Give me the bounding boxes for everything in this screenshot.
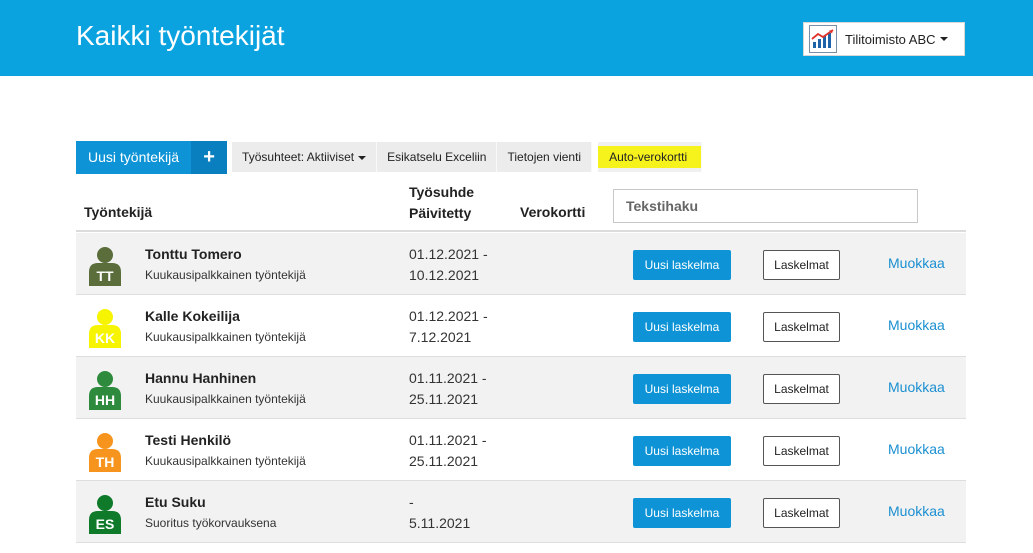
edit-link[interactable]: Muokkaa bbox=[888, 255, 945, 271]
auto-tax-card-label: Auto-verokortti bbox=[598, 146, 702, 168]
table-row: HH Hannu Hanhinen Kuukausipalkkainen työnt… bbox=[76, 357, 966, 419]
calculations-button[interactable]: Laskelmat bbox=[763, 250, 840, 280]
caret-down-icon bbox=[358, 155, 367, 160]
calculations-button[interactable]: Laskelmat bbox=[763, 312, 840, 342]
employment-period-start: 01.11.2021 - bbox=[409, 370, 487, 386]
edit-link[interactable]: Muokkaa bbox=[888, 441, 945, 457]
employee-type: Kuukausipalkkainen työntekijä bbox=[145, 268, 306, 282]
employment-period-start: - bbox=[409, 494, 414, 510]
calculations-button[interactable]: Laskelmat bbox=[763, 374, 840, 404]
column-header-employee: Työntekijä bbox=[84, 204, 153, 220]
person-avatar-icon: HH bbox=[87, 370, 123, 410]
table-row: KK Kalle Kokeilija Kuukausipalkkainen työn… bbox=[76, 295, 966, 357]
table-row: TH Testi Henkilö Kuukausipalkkainen työnte… bbox=[76, 419, 966, 481]
employment-period-start: 01.11.2021 - bbox=[409, 432, 487, 448]
employment-filter-dropdown[interactable]: Työsuhteet: Aktiiviset bbox=[232, 142, 378, 172]
column-header-tax-card: Verokortti bbox=[520, 204, 586, 220]
avatar-initials: HH bbox=[95, 392, 115, 408]
person-avatar-icon: TT bbox=[87, 246, 123, 286]
edit-link[interactable]: Muokkaa bbox=[888, 317, 945, 333]
employee-name: Hannu Hanhinen bbox=[145, 370, 257, 386]
table-row: ES Etu Suku Suoritus työkorvauksena - 5.11.2… bbox=[76, 481, 966, 543]
data-export-button[interactable]: Tietojen vienti bbox=[497, 142, 593, 172]
excel-preview-button[interactable]: Esikatselu Exceliin bbox=[377, 142, 498, 172]
new-calculation-button[interactable]: Uusi laskelma bbox=[633, 312, 731, 342]
caret-down-icon bbox=[939, 37, 948, 41]
employment-period-end: 7.12.2021 bbox=[409, 329, 472, 345]
new-employee-label: Uusi työntekijä bbox=[88, 149, 180, 165]
employee-type: Suoritus työkorvauksena bbox=[145, 516, 277, 530]
employee-type: Kuukausipalkkainen työntekijä bbox=[145, 392, 306, 406]
new-employee-button[interactable]: Uusi työntekijä + bbox=[76, 141, 228, 174]
avatar-initials: TH bbox=[96, 454, 115, 470]
new-calculation-button[interactable]: Uusi laskelma bbox=[633, 498, 731, 528]
person-avatar-icon: TH bbox=[87, 432, 123, 472]
employment-period-end: 25.11.2021 bbox=[409, 453, 479, 469]
employment-period-start: 01.12.2021 - bbox=[409, 246, 488, 262]
employment-filter-label: Työsuhteet: Aktiiviset bbox=[242, 150, 355, 164]
header-divider bbox=[76, 230, 966, 232]
employment-period-start: 01.12.2021 - bbox=[409, 308, 488, 324]
edit-link[interactable]: Muokkaa bbox=[888, 503, 945, 519]
employee-name: Tonttu Tomero bbox=[145, 246, 242, 262]
app-header: Kaikki työntekijät Tilitoimisto ABC bbox=[0, 0, 1033, 76]
person-avatar-icon: ES bbox=[87, 494, 123, 534]
person-avatar-icon: KK bbox=[87, 308, 123, 348]
column-header-employment-line1: Työsuhde bbox=[409, 184, 475, 200]
employee-name: Kalle Kokeilija bbox=[145, 308, 240, 324]
search-input[interactable] bbox=[613, 189, 918, 223]
employment-period-end: 5.11.2021 bbox=[409, 515, 471, 531]
employee-type: Kuukausipalkkainen työntekijä bbox=[145, 330, 306, 344]
new-calculation-button[interactable]: Uusi laskelma bbox=[633, 374, 731, 404]
table-row: TT Tonttu Tomero Kuukausipalkkainen työnte… bbox=[76, 233, 966, 295]
employment-period-end: 10.12.2021 bbox=[409, 267, 480, 283]
edit-link[interactable]: Muokkaa bbox=[888, 379, 945, 395]
avatar-initials: TT bbox=[96, 268, 114, 284]
auto-tax-card-button[interactable]: Auto-verokortti bbox=[598, 142, 703, 172]
page-title: Kaikki työntekijät bbox=[76, 20, 285, 51]
company-name: Tilitoimisto ABC bbox=[845, 31, 936, 47]
plus-icon: + bbox=[191, 141, 228, 174]
avatar-initials: ES bbox=[96, 516, 115, 532]
avatar-initials: KK bbox=[95, 330, 115, 346]
bar-chart-logo-icon bbox=[809, 25, 837, 53]
toolbar: Uusi työntekijä + Työsuhteet: Aktiiviset… bbox=[76, 141, 703, 174]
calculations-button[interactable]: Laskelmat bbox=[763, 498, 840, 528]
employee-name: Etu Suku bbox=[145, 494, 206, 510]
calculations-button[interactable]: Laskelmat bbox=[763, 436, 840, 466]
employee-name: Testi Henkilö bbox=[145, 432, 232, 448]
employee-type: Kuukausipalkkainen työntekijä bbox=[145, 454, 306, 468]
new-calculation-button[interactable]: Uusi laskelma bbox=[633, 436, 731, 466]
company-selector[interactable]: Tilitoimisto ABC bbox=[803, 22, 965, 56]
employment-period-end: 25.11.2021 bbox=[409, 391, 479, 407]
column-header-employment-line2: Päivitetty bbox=[409, 205, 472, 221]
new-calculation-button[interactable]: Uusi laskelma bbox=[633, 250, 731, 280]
